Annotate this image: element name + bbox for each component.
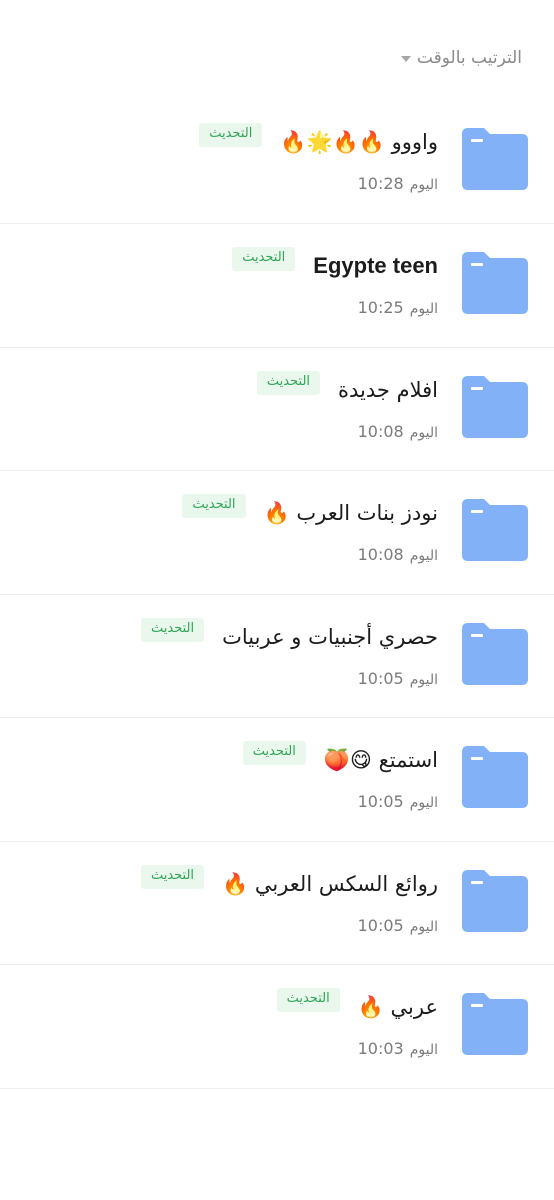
folder-item[interactable]: حصري أجنبيات و عربيات التحديث اليوم 10:0… xyxy=(0,595,554,718)
folder-item[interactable]: استمتع 😋🍑 التحديث اليوم 10:05 xyxy=(0,718,554,842)
folder-date-time: 10:05 xyxy=(357,668,404,688)
folder-title: استمتع 😋🍑 xyxy=(323,748,438,772)
folder-icon xyxy=(462,746,528,808)
folder-date-day: اليوم xyxy=(409,1042,438,1058)
folder-date-time: 10:25 xyxy=(357,298,404,317)
update-badge: التحديث xyxy=(199,123,263,147)
folder-icon xyxy=(462,993,528,1055)
folder-icon xyxy=(462,252,528,314)
folder-item[interactable]: افلام جديدة التحديث اليوم 10:08 xyxy=(0,348,554,471)
caret-down-icon xyxy=(400,56,411,62)
folder-title: عربي 🔥 xyxy=(357,995,438,1019)
folder-title: نودز بنات العرب 🔥 xyxy=(263,501,438,525)
sort-label: الترتيب بالوقت xyxy=(416,48,522,68)
folder-date-day: اليوم xyxy=(409,795,438,811)
folder-icon xyxy=(462,128,528,190)
folder-title: حصري أجنبيات و عربيات xyxy=(222,624,438,649)
update-badge: التحديث xyxy=(242,741,306,765)
folder-date-day: اليوم xyxy=(409,671,438,688)
folder-title: افلام جديدة xyxy=(338,377,438,402)
folder-icon xyxy=(462,622,528,685)
folder-date-day: اليوم xyxy=(409,918,438,935)
folder-date-time: 10:03 xyxy=(357,1039,404,1058)
folder-icon xyxy=(462,375,528,438)
folder-date-time: 10:28 xyxy=(357,174,404,193)
update-badge: التحديث xyxy=(232,247,296,271)
folder-date-day: اليوم xyxy=(409,548,438,564)
folder-icon xyxy=(462,499,528,561)
folder-date-time: 10:05 xyxy=(357,792,404,811)
folder-item[interactable]: Egypte teen التحديث اليوم 10:25 xyxy=(0,224,554,348)
folder-date-day: اليوم xyxy=(409,424,438,441)
folder-item[interactable]: روائع السكس العربي 🔥 التحديث اليوم 10:05 xyxy=(0,842,554,965)
folder-date-time: 10:08 xyxy=(357,421,404,441)
folder-item[interactable]: نودز بنات العرب 🔥 التحديث اليوم 10:08 xyxy=(0,471,554,595)
sort-dropdown[interactable]: الترتيب بالوقت xyxy=(400,44,522,72)
folder-list: واووو 🔥🔥🌟🔥 التحديث اليوم 10:28 Egypte te… xyxy=(0,100,554,1089)
folder-date-day: اليوم xyxy=(409,177,438,193)
folder-title: واووو 🔥🔥🌟🔥 xyxy=(280,130,438,154)
folder-icon xyxy=(462,869,528,932)
folder-title: روائع السكس العربي 🔥 xyxy=(222,871,438,896)
folder-item[interactable]: واووو 🔥🔥🌟🔥 التحديث اليوم 10:28 xyxy=(0,100,554,224)
folder-item[interactable]: عربي 🔥 التحديث اليوم 10:03 xyxy=(0,965,554,1089)
update-badge: التحديث xyxy=(182,494,246,518)
folder-date-time: 10:05 xyxy=(357,915,404,935)
folder-date-day: اليوم xyxy=(409,301,438,317)
update-badge: التحديث xyxy=(141,617,205,642)
update-badge: التحديث xyxy=(256,370,321,395)
update-badge: التحديث xyxy=(140,864,205,889)
folder-title: Egypte teen xyxy=(313,253,438,278)
update-badge: التحديث xyxy=(276,988,340,1012)
folder-date-time: 10:08 xyxy=(357,545,404,564)
